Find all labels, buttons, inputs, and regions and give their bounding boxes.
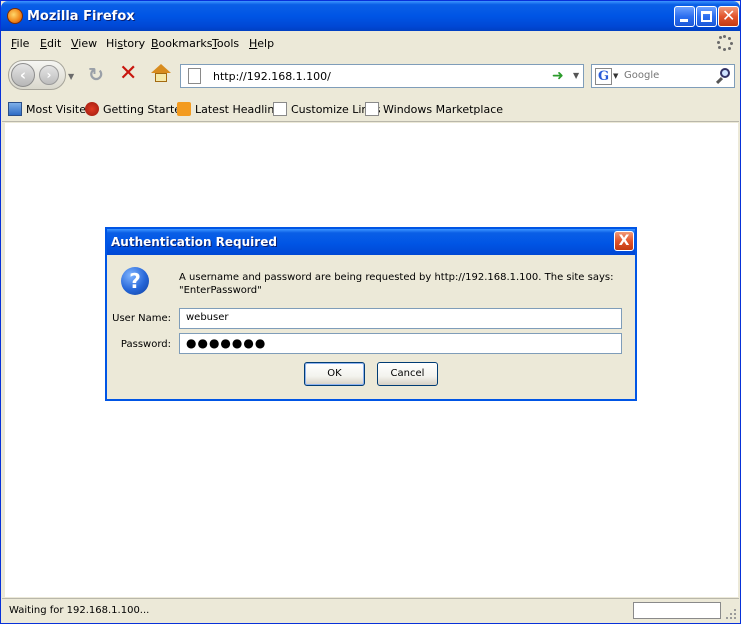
title-bar: Mozilla Firefox ✕: [1, 1, 740, 31]
reload-icon[interactable]: ↻: [88, 64, 104, 86]
bookmark-latest-headlines[interactable]: Latest Headlines: [177, 102, 287, 118]
status-panel: [633, 602, 721, 619]
password-label: Password:: [120, 339, 171, 350]
close-icon: ✕: [722, 6, 736, 25]
menu-help[interactable]: Help: [249, 37, 274, 50]
menu-view-label: iew: [78, 37, 98, 50]
page-icon: [365, 102, 379, 116]
magnifier-lens: [720, 68, 730, 78]
menu-edit[interactable]: Edit: [40, 37, 61, 50]
url-dropdown-icon[interactable]: ▼: [573, 71, 579, 80]
menu-edit-accel: E: [40, 37, 47, 50]
throbber-icon: [717, 35, 733, 51]
dialog-message: A username and password are being reques…: [179, 271, 619, 297]
address-bar[interactable]: http://192.168.1.100/ ➜ ▼: [180, 64, 584, 88]
firefox-logo-icon: [7, 8, 23, 24]
close-icon: X: [618, 233, 630, 249]
most-visited-icon: [8, 102, 22, 116]
stop-icon[interactable]: ✕: [119, 61, 137, 86]
dialog-message-line1: A username and password are being reques…: [179, 272, 614, 283]
dialog-close-button[interactable]: X: [614, 231, 634, 251]
history-dropdown-icon[interactable]: ▼: [68, 72, 74, 81]
home-body: [155, 73, 167, 82]
status-text: Waiting for 192.168.1.100...: [9, 605, 150, 616]
minimize-button[interactable]: [674, 6, 695, 27]
menu-history-label: tory: [123, 37, 146, 50]
search-icon[interactable]: [715, 68, 732, 85]
dialog-message-line2: "EnterPassword": [179, 285, 262, 296]
bookmark-customize-links[interactable]: Customize Links: [273, 102, 381, 118]
dialog-title: Authentication Required: [111, 235, 277, 249]
bookmark-windows-marketplace[interactable]: Windows Marketplace: [365, 102, 503, 118]
home-icon[interactable]: [151, 64, 171, 84]
cancel-button[interactable]: Cancel: [377, 362, 438, 386]
resize-grip-icon[interactable]: [726, 609, 736, 619]
authentication-dialog: Authentication Required X ? A username a…: [105, 227, 637, 401]
close-window-button[interactable]: ✕: [718, 6, 739, 27]
home-roof: [151, 64, 171, 73]
maximize-icon: [701, 11, 712, 22]
menu-view[interactable]: View: [71, 37, 97, 50]
back-forward-group: ‹ ›: [8, 60, 66, 90]
menu-bookmarks[interactable]: Bookmarks: [151, 37, 212, 50]
username-field[interactable]: webuser: [179, 308, 622, 329]
menu-file-label: ile: [16, 37, 30, 50]
menu-edit-label: dit: [46, 37, 62, 50]
maximize-button[interactable]: [696, 6, 717, 27]
question-icon: ?: [121, 267, 149, 295]
go-arrow-icon[interactable]: ➜: [552, 68, 564, 84]
menu-history-pre: Hi: [106, 37, 118, 50]
search-engine-dropdown-icon[interactable]: ▼: [613, 72, 618, 80]
bookmarks-toolbar: Most Visited Getting Started Latest Head…: [2, 96, 739, 122]
dialog-title-bar: Authentication Required X: [107, 229, 635, 255]
username-label: User Name:: [112, 313, 171, 324]
forward-button[interactable]: ›: [39, 65, 59, 85]
url-text[interactable]: http://192.168.1.100/: [213, 70, 331, 83]
magnifier-handle: [715, 76, 724, 85]
status-bar: Waiting for 192.168.1.100...: [2, 598, 739, 623]
arrow-right-icon: ›: [46, 68, 52, 82]
arrow-left-icon: ‹: [19, 66, 27, 84]
bookmark-most-visited[interactable]: Most Visited: [8, 102, 93, 118]
back-button[interactable]: ‹: [11, 63, 35, 87]
menu-bookmarks-accel: B: [151, 37, 159, 50]
menu-help-label: elp: [257, 37, 275, 50]
bookmark-label: Most Visited: [26, 103, 93, 116]
menu-tools[interactable]: Tools: [212, 37, 239, 50]
menu-file[interactable]: File: [11, 37, 29, 50]
window-title: Mozilla Firefox: [27, 9, 135, 24]
search-input[interactable]: [624, 70, 712, 81]
navigation-toolbar: ‹ › ▼ ↻ ✕ http://192.168.1.100/ ➜ ▼ G ▼: [2, 55, 739, 95]
menu-history[interactable]: History: [106, 37, 145, 50]
menu-bar: File Edit View History Bookmarks Tools H…: [2, 32, 739, 54]
bookmark-label: Windows Marketplace: [383, 103, 504, 116]
menu-tools-label: ools: [216, 37, 240, 50]
page-icon: [188, 68, 201, 84]
bookmark-getting-started[interactable]: Getting Started: [85, 102, 188, 118]
bookmark-label: Getting Started: [103, 103, 189, 116]
search-bar[interactable]: G ▼: [591, 64, 735, 88]
ok-button[interactable]: OK: [304, 362, 365, 386]
google-icon[interactable]: G: [595, 68, 612, 85]
page-icon: [273, 102, 287, 116]
firefox-icon: [85, 102, 99, 116]
menu-bookmarks-label: ookmarks: [158, 37, 213, 50]
minimize-icon: [680, 19, 688, 22]
password-field[interactable]: ●●●●●●●: [179, 333, 622, 354]
rss-icon: [177, 102, 191, 116]
